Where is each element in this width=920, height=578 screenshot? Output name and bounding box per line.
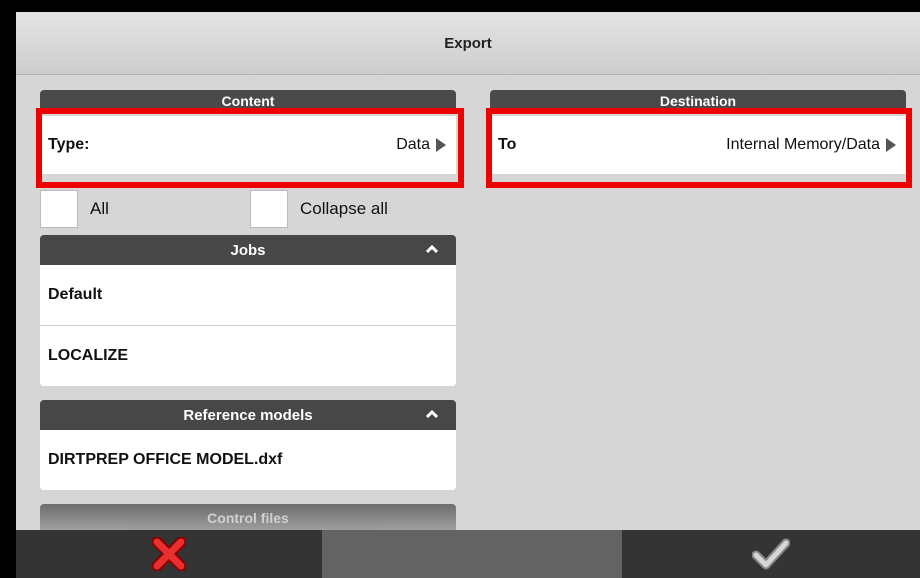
collapse-all-checkbox[interactable] <box>250 190 288 228</box>
control-files-title: Control files <box>207 510 289 526</box>
confirm-button[interactable] <box>622 530 920 578</box>
collapse-all-label: Collapse all <box>300 199 388 218</box>
middle-button[interactable] <box>322 530 622 578</box>
list-item[interactable]: Default <box>40 265 456 325</box>
control-files-header[interactable]: Control files <box>40 504 456 532</box>
export-screen: Export Content Type: Data Destination To… <box>16 12 920 578</box>
reference-models-title: Reference models <box>183 406 313 424</box>
chevron-up-icon[interactable] <box>426 243 438 255</box>
highlight-box-type <box>36 108 464 188</box>
window-title: Export <box>16 12 920 75</box>
close-icon <box>152 537 186 571</box>
chevron-up-icon[interactable] <box>426 408 438 420</box>
checkmark-icon <box>752 538 790 570</box>
monitor-frame: Export Content Type: Data Destination To… <box>0 0 920 578</box>
list-item[interactable]: LOCALIZE <box>40 326 456 386</box>
jobs-title: Jobs <box>230 241 266 259</box>
jobs-header[interactable]: Jobs <box>40 235 456 265</box>
bottom-action-bar <box>16 530 920 578</box>
all-checkbox[interactable] <box>40 190 78 228</box>
reference-models-header[interactable]: Reference models <box>40 400 456 430</box>
all-label: All <box>90 199 109 218</box>
highlight-box-destination <box>486 108 912 188</box>
cancel-button[interactable] <box>16 530 322 578</box>
list-item[interactable]: DIRTPREP OFFICE MODEL.dxf <box>40 430 456 490</box>
